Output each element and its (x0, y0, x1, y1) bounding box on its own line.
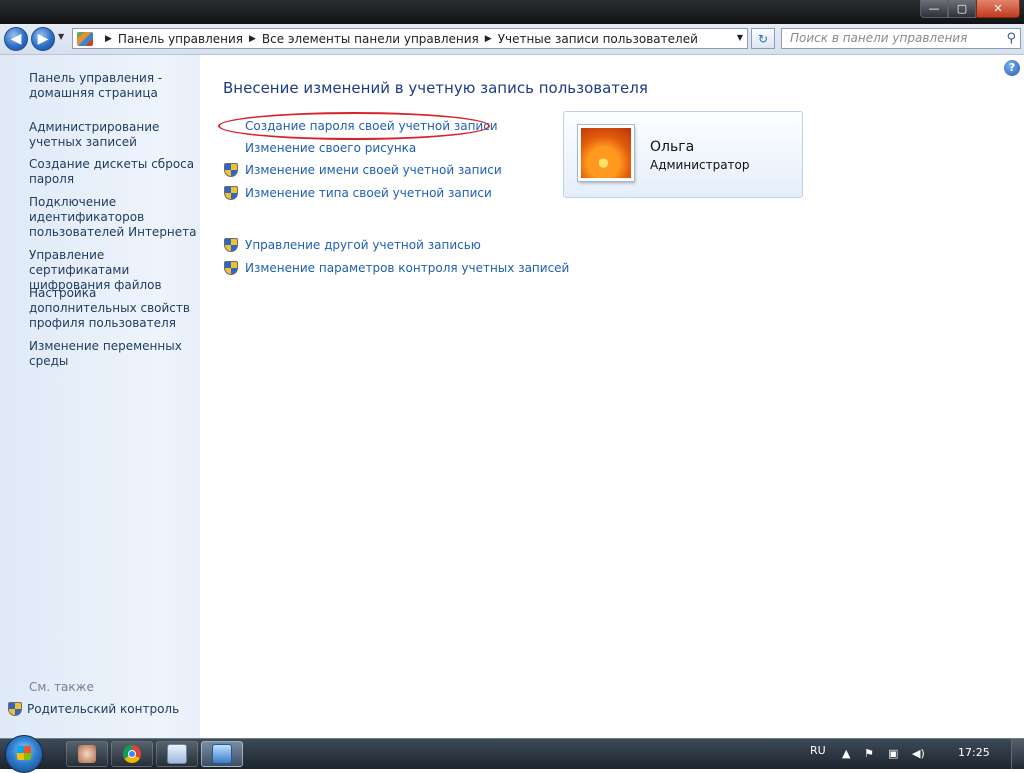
uac-settings-link[interactable]: Изменение параметров контроля учетных за… (245, 261, 569, 275)
maximize-button[interactable]: ▢ (948, 0, 976, 18)
search-placeholder: Поиск в панели управления (790, 31, 968, 45)
taskbar: RU ▲ ⚑ ▣ ◀) 17:25 (0, 735, 1024, 773)
back-button[interactable]: ◀ (4, 27, 28, 51)
sidebar-item-reset-disk[interactable]: Создание дискеты сброса пароля (29, 157, 197, 187)
refresh-button[interactable]: ↻ (751, 28, 775, 49)
recent-pages-dropdown[interactable]: ▼ (58, 32, 64, 41)
notepad-icon (167, 744, 187, 764)
flag-icon[interactable]: ⚑ (864, 747, 874, 760)
uac-shield-icon (224, 163, 238, 177)
address-breadcrumb[interactable]: ▶ Панель управления ▶ Все элементы панел… (72, 28, 748, 49)
sidebar-item-environment-vars[interactable]: Изменение переменных среды (29, 339, 197, 369)
taskbar-control-panel[interactable] (201, 741, 243, 767)
clock[interactable]: 17:25 (958, 746, 990, 759)
uac-shield-icon (224, 238, 238, 252)
uac-shield-icon (224, 261, 238, 275)
sidebar: Панель управления - домашняя страница Ад… (0, 55, 200, 738)
taskbar-chrome[interactable] (111, 741, 153, 767)
start-button[interactable] (5, 735, 43, 773)
change-name-link[interactable]: Изменение имени своей учетной записи (245, 163, 502, 177)
show-desktop-button[interactable] (1011, 739, 1024, 769)
change-type-link[interactable]: Изменение типа своей учетной записи (245, 186, 492, 200)
user-avatar (578, 125, 634, 181)
sidebar-item-online-ids[interactable]: Подключение идентификаторов пользователе… (29, 195, 197, 240)
control-panel-icon (212, 744, 232, 764)
main-content: ? Внесение изменений в учетную запись по… (200, 55, 1024, 738)
chevron-right-icon[interactable]: ▶ (249, 34, 256, 44)
breadcrumb-control-panel[interactable]: Панель управления (118, 32, 243, 46)
app-icon (78, 745, 96, 763)
control-panel-icon (77, 31, 93, 46)
language-indicator[interactable]: RU (810, 744, 826, 757)
sidebar-item-profile-properties[interactable]: Настройка дополнительных свойств профиля… (29, 286, 197, 331)
sidebar-item-parental-controls[interactable]: Родительский контроль (8, 702, 179, 716)
address-toolbar: ◀ ▶ ▼ ▶ Панель управления ▶ Все элементы… (0, 24, 1024, 55)
chrome-icon (123, 745, 141, 763)
forward-button[interactable]: ▶ (31, 27, 55, 51)
chevron-right-icon[interactable]: ▶ (105, 34, 112, 44)
uac-shield-icon (8, 702, 22, 716)
help-icon[interactable]: ? (1004, 60, 1020, 76)
close-button[interactable]: ✕ (976, 0, 1020, 18)
sidebar-item-home[interactable]: Панель управления - домашняя страница (29, 71, 197, 101)
search-input[interactable]: Поиск в панели управления ⚲ (781, 28, 1021, 49)
uac-shield-icon (224, 186, 238, 200)
network-icon[interactable]: ▣ (888, 747, 898, 760)
arrow-right-icon: ▶ (37, 31, 49, 47)
taskbar-notepad[interactable] (156, 741, 198, 767)
see-also-label: См. также (29, 680, 94, 694)
chevron-up-icon[interactable]: ▲ (842, 747, 850, 760)
user-name: Ольга (650, 139, 695, 155)
taskbar-app-1[interactable] (66, 741, 108, 767)
window-title-bar: — ▢ ✕ (0, 0, 1024, 24)
arrow-left-icon: ◀ (10, 31, 22, 47)
breadcrumb-all-items[interactable]: Все элементы панели управления (262, 32, 479, 46)
chevron-right-icon[interactable]: ▶ (485, 34, 492, 44)
sidebar-item-admin-accounts[interactable]: Администрирование учетных записей (29, 120, 197, 150)
manage-other-account-link[interactable]: Управление другой учетной записью (245, 238, 481, 252)
search-icon[interactable]: ⚲ (1006, 29, 1016, 48)
breadcrumb-user-accounts[interactable]: Учетные записи пользователей (498, 32, 698, 46)
change-picture-link[interactable]: Изменение своего рисунка (245, 141, 416, 155)
parental-controls-label: Родительский контроль (27, 702, 180, 716)
chevron-down-icon[interactable]: ▼ (737, 33, 743, 42)
user-account-card: Ольга Администратор (563, 111, 803, 198)
create-password-link[interactable]: Создание пароля своей учетной записи (245, 119, 498, 133)
window-controls: — ▢ ✕ (920, 0, 1020, 18)
volume-icon[interactable]: ◀) (912, 747, 925, 760)
user-role: Администратор (650, 158, 750, 172)
refresh-icon: ↻ (757, 31, 769, 46)
minimize-button[interactable]: — (920, 0, 948, 18)
page-title: Внесение изменений в учетную запись поль… (223, 79, 648, 97)
